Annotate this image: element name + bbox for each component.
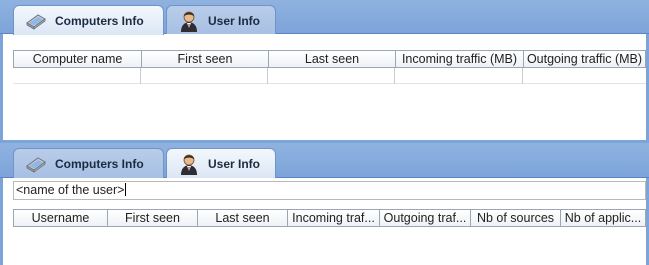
user-icon <box>177 9 201 33</box>
computers-info-panel: Computers Info User Info Computer name F… <box>0 0 649 143</box>
computers-table-header: Computer name First seen Last seen Incom… <box>13 50 646 68</box>
tab-label: User Info <box>208 13 261 28</box>
user-table-area: <name of the user> Username First seen L… <box>0 178 649 265</box>
column-header-last-seen[interactable]: Last seen <box>198 210 288 226</box>
tab-strip: Computers Info User Info <box>0 0 649 35</box>
column-header-last-seen[interactable]: Last seen <box>269 51 396 67</box>
column-header-incoming-traffic[interactable]: Incoming traf... <box>288 210 380 226</box>
text-caret <box>125 183 127 196</box>
user-name-input[interactable]: <name of the user> <box>13 181 646 200</box>
tab-label: User Info <box>208 156 261 171</box>
column-header-nb-of-applications[interactable]: Nb of applic... <box>561 210 645 226</box>
column-header-nb-of-sources[interactable]: Nb of sources <box>471 210 561 226</box>
column-header-first-seen[interactable]: First seen <box>142 51 269 67</box>
laptop-icon <box>24 9 48 33</box>
table-row[interactable] <box>13 68 646 84</box>
tab-computers-info[interactable]: Computers Info <box>13 148 164 178</box>
user-table-header: Username First seen Last seen Incoming t… <box>13 209 646 227</box>
tab-computers-info[interactable]: Computers Info <box>13 5 164 35</box>
tab-user-info[interactable]: User Info <box>166 5 276 35</box>
user-name-input-text: <name of the user> <box>16 183 125 197</box>
column-header-incoming-traffic[interactable]: Incoming traffic (MB) <box>396 51 524 67</box>
tab-strip: Computers Info User Info <box>0 143 649 178</box>
column-header-username[interactable]: Username <box>14 210 108 226</box>
column-header-first-seen[interactable]: First seen <box>108 210 198 226</box>
tab-label: Computers Info <box>55 13 144 28</box>
user-icon <box>177 152 201 176</box>
column-header-outgoing-traffic[interactable]: Outgoing traffic (MB) <box>524 51 645 67</box>
tab-user-info[interactable]: User Info <box>166 148 276 178</box>
laptop-icon <box>24 152 48 176</box>
user-info-panel: Computers Info User Info <name of the us… <box>0 143 649 265</box>
tab-label: Computers Info <box>55 156 144 171</box>
computers-table-area: Computer name First seen Last seen Incom… <box>0 34 649 143</box>
column-header-outgoing-traffic[interactable]: Outgoing traf... <box>380 210 471 226</box>
column-header-computer-name[interactable]: Computer name <box>14 51 142 67</box>
